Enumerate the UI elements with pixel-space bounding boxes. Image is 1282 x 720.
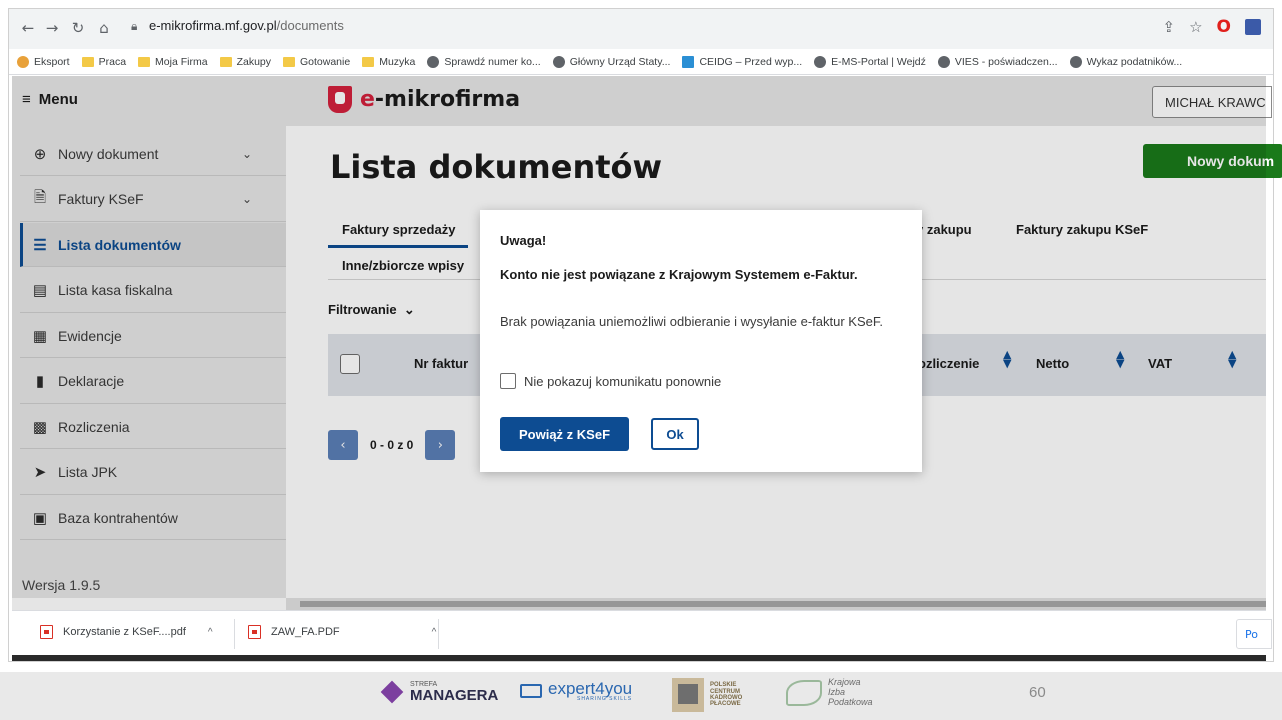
ceidg-icon xyxy=(682,55,695,68)
download-separator xyxy=(438,619,439,649)
bookmark-item[interactable]: Eksport xyxy=(17,55,70,68)
pckp-logo: POLSKIE CENTRUM KADROWO PŁACOWE xyxy=(672,678,742,712)
bookmark-item[interactable]: Sprawdź numer ko... xyxy=(427,55,541,68)
downloads-bar: Korzystanie z KSeF....pdf ^ ZAW_FA.PDF ^… xyxy=(12,610,1272,656)
download-item[interactable]: Korzystanie z KSeF....pdf ^ xyxy=(40,625,213,639)
globe-icon xyxy=(427,55,440,68)
chevron-up-icon[interactable]: ^ xyxy=(432,627,437,638)
lock-icon: 🔒︎ xyxy=(131,19,138,33)
bookmark-item[interactable]: VIES - poświadczen... xyxy=(937,55,1058,68)
extension-icon[interactable] xyxy=(1245,19,1261,35)
share-icon[interactable]: ⇪ xyxy=(1163,18,1176,36)
bookmark-item[interactable]: Wykaz podatników... xyxy=(1069,55,1183,68)
taskbar-strip xyxy=(12,655,1266,661)
sponsor2-small: SHARING SKILLS xyxy=(576,696,633,702)
bookmark-item[interactable]: Moja Firma xyxy=(138,56,208,68)
browser-actions: ⇪ ☆ O xyxy=(1163,17,1261,37)
bookmark-label: Sprawdź numer ko... xyxy=(444,55,541,68)
kip-logo: Krajowa Izba Podatkowa xyxy=(786,677,873,708)
folder-icon xyxy=(283,56,295,67)
diamond-logo-icon xyxy=(380,680,404,704)
url-field[interactable]: e-mikrofirma.mf.gov.pl/documents xyxy=(149,18,344,33)
leaf-logo-icon xyxy=(786,679,822,706)
ok-button[interactable]: Ok xyxy=(651,418,699,450)
bookmark-item[interactable]: Główny Urząd Staty... xyxy=(552,55,671,68)
opera-extension-icon[interactable]: O xyxy=(1217,17,1231,37)
bookmark-label: Gotowanie xyxy=(300,55,351,68)
bookmark-label: VIES - poświadczen... xyxy=(954,55,1058,68)
sponsor1-big: MANAGERA xyxy=(410,687,499,704)
folder-icon xyxy=(138,56,151,67)
bookmark-label: CEIDG – Przed wyp... xyxy=(699,55,803,68)
slide-number: 60 xyxy=(1029,684,1046,701)
bookmark-item[interactable]: E-MS-Portal | Wejdź xyxy=(814,55,926,68)
globe-icon xyxy=(937,55,950,68)
folder-icon xyxy=(81,56,94,67)
building-logo-icon xyxy=(672,678,704,712)
bookmark-item[interactable]: Gotowanie xyxy=(283,56,350,68)
download-separator xyxy=(234,619,235,649)
bookmarks-bar: Eksport Praca Moja Firma Zakupy Gotowanie Muz… xyxy=(9,49,1273,75)
expert4you-logo: expert4you SHARING SKILLS xyxy=(520,680,632,702)
show-all-downloads-button[interactable]: Po xyxy=(1236,619,1272,649)
bookmark-label: Główny Urząd Staty... xyxy=(569,55,671,68)
strefa-managera-logo: STREFA MANAGERA xyxy=(380,680,498,704)
bookmark-label: Wykaz podatników... xyxy=(1086,55,1183,68)
download-filename: Korzystanie z KSeF....pdf xyxy=(63,626,186,638)
url-host: e-mikrofirma.mf.gov.pl xyxy=(149,18,277,33)
card-logo-icon xyxy=(520,684,542,698)
chevron-up-icon[interactable]: ^ xyxy=(208,627,213,638)
dont-show-again-checkbox[interactable] xyxy=(500,373,516,389)
bookmark-item[interactable]: Praca xyxy=(81,55,127,68)
site-icon xyxy=(814,55,827,68)
url-path: /documents xyxy=(276,18,344,33)
back-icon[interactable]: ← xyxy=(19,19,37,37)
bookmark-item[interactable]: Muzyka xyxy=(362,56,415,68)
pdf-file-icon xyxy=(40,625,53,639)
sponsor3-line: PŁACOWE xyxy=(710,701,741,708)
bookmark-label: E-MS-Portal | Wejdź xyxy=(831,55,926,68)
forward-icon[interactable]: → xyxy=(43,19,61,37)
download-filename: ZAW_FA.PDF xyxy=(271,626,340,638)
slide-footer: STREFA MANAGERA expert4you SHARING SKILL… xyxy=(0,672,1282,720)
star-icon[interactable]: ☆ xyxy=(1189,18,1202,36)
sponsor4-line: Podatkowa xyxy=(828,696,873,707)
presentation-slide: ← → ↻ ⌂ 🔒︎ e-mikrofirma.mf.gov.pl/docume… xyxy=(0,0,1282,720)
site-icon xyxy=(552,55,565,68)
site-icon xyxy=(17,55,29,68)
dont-show-again-option[interactable]: Nie pokazuj komunikatu ponownie xyxy=(500,373,721,389)
bookmark-item[interactable]: CEIDG – Przed wyp... xyxy=(682,55,803,68)
bookmark-label: Moja Firma xyxy=(155,55,208,68)
ksef-warning-dialog: Uwaga! Konto nie jest powiązane z Krajow… xyxy=(480,210,922,472)
dialog-title: Uwaga! xyxy=(500,233,547,248)
dont-show-again-label[interactable]: Nie pokazuj komunikatu ponownie xyxy=(524,374,721,389)
bookmark-label: Muzyka xyxy=(379,55,416,68)
folder-icon xyxy=(219,56,232,67)
sponsor2-big: expert4you xyxy=(548,679,633,698)
bookmark-label: Zakupy xyxy=(236,55,271,68)
reload-icon[interactable]: ↻ xyxy=(69,19,87,37)
pdf-file-icon xyxy=(248,625,261,639)
dialog-message: Brak powiązania uniemożliwi odbieranie i… xyxy=(500,314,883,329)
bookmark-label: Praca xyxy=(98,55,127,68)
address-bar-area: ← → ↻ ⌂ 🔒︎ e-mikrofirma.mf.gov.pl/docume… xyxy=(9,9,1273,49)
site-icon xyxy=(1069,55,1082,68)
home-icon[interactable]: ⌂ xyxy=(95,19,113,37)
download-item[interactable]: ZAW_FA.PDF ^ xyxy=(248,625,436,639)
link-ksef-button[interactable]: Powiąż z KSeF xyxy=(500,417,629,451)
bookmark-item[interactable]: Zakupy xyxy=(219,55,271,68)
dialog-heading: Konto nie jest powiązane z Krajowym Syst… xyxy=(500,267,858,282)
folder-icon xyxy=(362,56,375,67)
bookmark-label: Eksport xyxy=(34,55,70,68)
